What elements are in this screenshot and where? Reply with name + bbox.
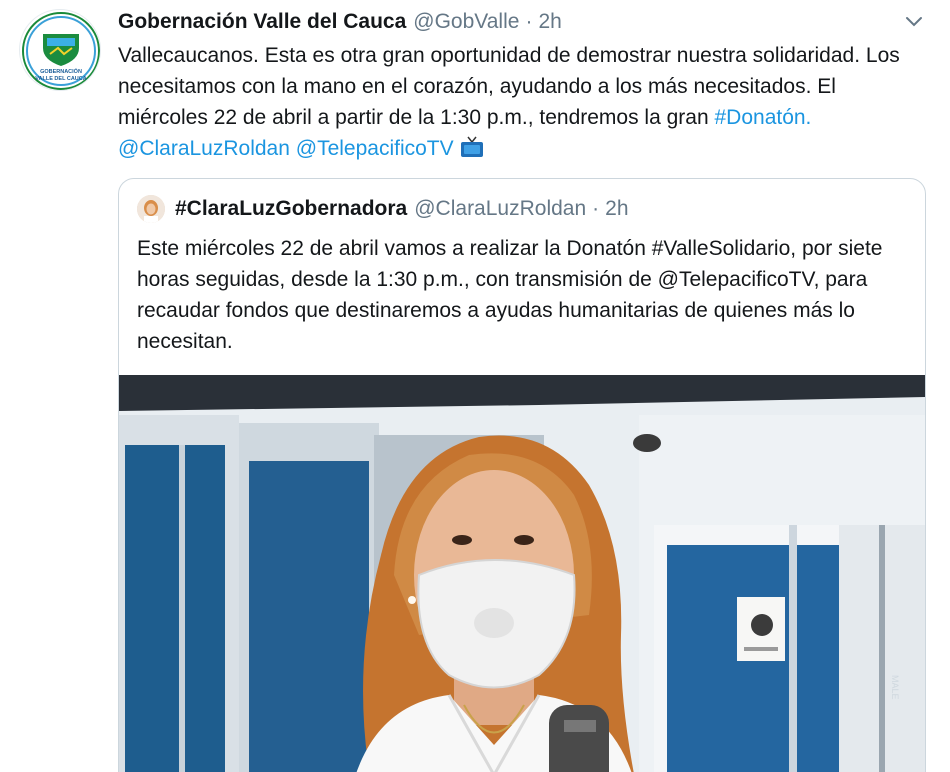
separator-dot: · bbox=[592, 197, 600, 220]
quoted-author-name: #ClaraLuzGobernadora bbox=[175, 197, 408, 220]
door-sign-text: MALE bbox=[890, 675, 900, 700]
quoted-author-handle: @ClaraLuzRoldan bbox=[414, 197, 587, 220]
quoted-tweet-header: #ClaraLuzGobernadora @ClaraLuzRoldan · 2… bbox=[137, 194, 629, 224]
quoted-author-avatar bbox=[137, 195, 165, 223]
quoted-media-image[interactable]: MALE bbox=[119, 375, 925, 772]
quoted-tweet-timestamp: 2h bbox=[605, 197, 629, 220]
tweet-timestamp[interactable]: 2h bbox=[538, 8, 561, 36]
television-icon bbox=[460, 136, 484, 158]
separator-dot: · bbox=[525, 10, 533, 33]
chevron-down-icon bbox=[906, 17, 922, 27]
quoted-tweet[interactable]: #ClaraLuzGobernadora @ClaraLuzRoldan · 2… bbox=[118, 178, 926, 772]
more-options-caret[interactable] bbox=[898, 8, 930, 36]
logo-text-line1: GOBERNACIÓN bbox=[40, 67, 82, 75]
author-handle[interactable]: @GobValle bbox=[413, 8, 519, 36]
author-name[interactable]: Gobernación Valle del Cauca bbox=[118, 8, 406, 36]
mention-link[interactable]: @TelepacificoTV bbox=[296, 137, 454, 160]
mention-link[interactable]: @ClaraLuzRoldan bbox=[118, 137, 290, 160]
tweet-text: Vallecaucanos. Esta es otra gran oportun… bbox=[118, 40, 908, 164]
tweet[interactable]: GOBERNACIÓN VALLE DEL CAUCA Gobernación … bbox=[0, 0, 950, 772]
gobernacion-logo: GOBERNACIÓN VALLE DEL CAUCA bbox=[22, 12, 100, 90]
author-avatar[interactable]: GOBERNACIÓN VALLE DEL CAUCA bbox=[19, 9, 101, 91]
tweet-header: Gobernación Valle del Cauca @GobValle · … bbox=[118, 8, 562, 36]
hashtag-link[interactable]: #Donatón. bbox=[714, 106, 811, 129]
quoted-tweet-text: Este miércoles 22 de abril vamos a reali… bbox=[137, 237, 883, 353]
logo-text-line2: VALLE DEL CAUCA bbox=[35, 76, 86, 82]
